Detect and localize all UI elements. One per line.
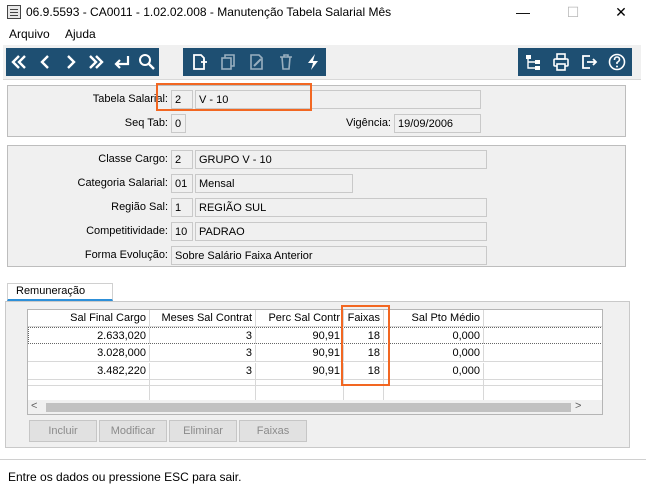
competitividade-code-field[interactable]: 10 xyxy=(171,222,193,241)
seq-tab-field[interactable]: 0 xyxy=(171,114,186,133)
vigencia-label: Vigência: xyxy=(345,117,391,129)
edit-icon[interactable] xyxy=(242,52,271,72)
table-cell[interactable]: 3 xyxy=(150,345,256,361)
execute-button[interactable] xyxy=(300,48,326,76)
column-header-empty xyxy=(484,310,602,327)
status-text: Entre os dados ou pressione ESC para sai… xyxy=(8,470,242,484)
categoria-salarial-name-field: Mensal xyxy=(195,174,353,193)
competitividade-label: Competitividade: xyxy=(86,225,168,237)
seq-tab-label: Seq Tab: xyxy=(124,117,168,129)
column-header-perc-sal-contr[interactable]: Perc Sal Contr xyxy=(256,310,344,327)
scroll-left-icon[interactable]: < xyxy=(31,400,43,414)
vigencia-field[interactable]: 19/09/2006 xyxy=(394,114,481,133)
help-icon[interactable] xyxy=(603,52,631,72)
minimize-button[interactable]: — xyxy=(500,0,546,24)
categoria-salarial-label: Categoria Salarial: xyxy=(77,177,169,189)
execute-icon xyxy=(303,52,323,72)
close-button[interactable]: ✕ xyxy=(598,0,644,24)
tabela-salarial-label: Tabela Salarial: xyxy=(92,93,168,105)
table-cell[interactable]: 3.482,220 xyxy=(28,363,150,379)
record-group xyxy=(183,48,301,76)
navigation-group xyxy=(6,48,159,76)
categoria-salarial-code-field[interactable]: 01 xyxy=(171,174,193,193)
column-header-sal-pto-medio[interactable]: Sal Pto Médio xyxy=(384,310,484,327)
tree-icon[interactable] xyxy=(519,52,547,72)
last-icon[interactable] xyxy=(83,52,109,72)
horizontal-scroll-thumb[interactable] xyxy=(46,403,571,412)
forma-evolucao-field[interactable]: Sobre Salário Faixa Anterior xyxy=(171,246,487,265)
faixas-button[interactable]: Faixas xyxy=(239,420,307,442)
highlight-box xyxy=(156,83,312,111)
data-grid[interactable]: Sal Final Cargo Meses Sal Contrat Perc S… xyxy=(27,309,603,415)
regiao-sal-name-field: REGIÃO SUL xyxy=(195,198,487,217)
exit-icon[interactable] xyxy=(575,52,603,72)
faixas-highlight-box xyxy=(341,305,390,386)
table-cell[interactable]: 3.028,000 xyxy=(28,345,150,361)
column-header-sal-final-cargo[interactable]: Sal Final Cargo xyxy=(28,310,150,327)
classe-cargo-code-field[interactable]: 2 xyxy=(171,150,193,169)
table-cell[interactable]: 0,000 xyxy=(384,363,484,379)
scroll-right-icon[interactable]: > xyxy=(575,400,587,414)
app-icon xyxy=(7,5,21,19)
empty-row-area xyxy=(28,380,602,400)
first-icon[interactable] xyxy=(6,52,32,72)
window-title: 06.9.5593 - CA0011 - 1.02.02.008 - Manut… xyxy=(26,5,392,19)
tab-strip: Remuneração xyxy=(3,275,643,301)
toolbar xyxy=(3,45,641,80)
previous-icon[interactable] xyxy=(32,52,58,72)
table-cell[interactable]: 3 xyxy=(150,328,256,344)
table-cell[interactable]: 0,000 xyxy=(384,345,484,361)
regiao-sal-code-field[interactable]: 1 xyxy=(171,198,193,217)
forma-evolucao-label: Forma Evolução: xyxy=(84,249,168,261)
classe-cargo-name-field: GRUPO V - 10 xyxy=(195,150,487,169)
modificar-button[interactable]: Modificar xyxy=(99,420,167,442)
menu-arquivo[interactable]: Arquivo xyxy=(9,27,50,41)
print-icon[interactable] xyxy=(547,52,575,72)
menu-ajuda[interactable]: Ajuda xyxy=(65,27,96,41)
menu-bar: Arquivo Ajuda xyxy=(0,25,646,45)
delete-icon[interactable] xyxy=(271,52,300,72)
classe-cargo-label: Classe Cargo: xyxy=(98,153,168,165)
title-bar: 06.9.5593 - CA0011 - 1.02.02.008 - Manut… xyxy=(0,0,646,24)
search-icon[interactable] xyxy=(135,52,159,72)
table-cell[interactable]: 90,91 xyxy=(256,345,344,361)
maximize-button[interactable]: ☐ xyxy=(550,0,596,24)
status-bar: Entre os dados ou pressione ESC para sai… xyxy=(0,459,646,492)
eliminar-button[interactable]: Eliminar xyxy=(169,420,237,442)
new-icon[interactable] xyxy=(184,52,213,72)
table-cell[interactable]: 0,000 xyxy=(384,328,484,344)
column-header-meses-sal-contrat[interactable]: Meses Sal Contrat xyxy=(150,310,256,327)
table-cell[interactable]: 3 xyxy=(150,363,256,379)
next-icon[interactable] xyxy=(58,52,84,72)
utility-group xyxy=(518,48,632,76)
table-cell[interactable]: 90,91 xyxy=(256,363,344,379)
table-cell[interactable]: 2.633,020 xyxy=(28,328,150,344)
table-cell[interactable]: 90,91 xyxy=(256,328,344,344)
horizontal-scrollbar[interactable]: < > xyxy=(28,400,602,414)
enter-icon[interactable] xyxy=(109,52,135,72)
incluir-button[interactable]: Incluir xyxy=(29,420,97,442)
copy-icon[interactable] xyxy=(213,52,242,72)
tab-remuneracao[interactable]: Remuneração xyxy=(7,283,113,301)
regiao-sal-label: Região Sal: xyxy=(111,201,168,213)
competitividade-name-field: PADRAO xyxy=(195,222,487,241)
